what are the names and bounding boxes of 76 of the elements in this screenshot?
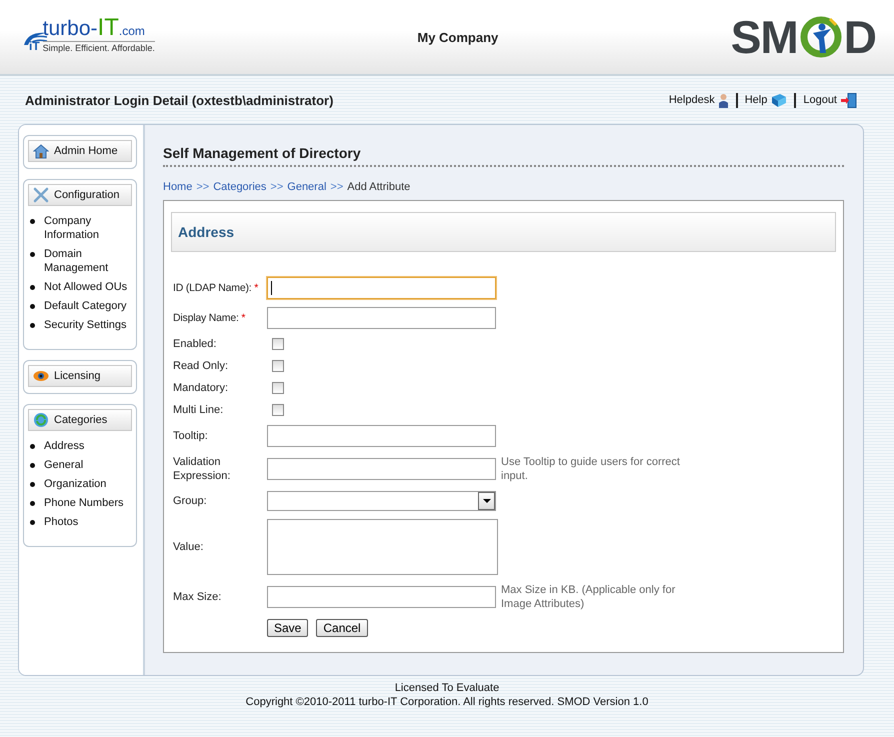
checkbox[interactable] bbox=[272, 382, 284, 394]
sidebar-button[interactable]: Configuration bbox=[28, 184, 132, 206]
sidebar-link[interactable]: Not Allowed OUs bbox=[44, 280, 128, 294]
text-field[interactable] bbox=[267, 425, 496, 447]
door-icon bbox=[840, 92, 857, 108]
turbo-it-logo: iT turbo-IT.com Simple. Efficient. Affordable. bbox=[22, 17, 155, 57]
refresh-icon bbox=[33, 412, 49, 428]
field-label: Validation Expression: bbox=[173, 456, 230, 482]
field-label: Group: bbox=[173, 495, 207, 507]
sidebar-button[interactable]: Admin Home bbox=[28, 140, 132, 162]
required-mark: * bbox=[254, 282, 258, 294]
field-label: Max Size: bbox=[173, 591, 222, 603]
field-label: Mandatory: bbox=[173, 382, 228, 394]
sidebar-link[interactable]: Address bbox=[44, 439, 84, 453]
header-link[interactable]: Logout bbox=[794, 92, 864, 108]
text-field[interactable] bbox=[267, 586, 496, 608]
sidebar-link[interactable]: General bbox=[44, 458, 84, 472]
breadcrumb-link[interactable]: General bbox=[287, 181, 326, 193]
breadcrumb-link[interactable]: Categories bbox=[213, 181, 266, 193]
field-hint: Max Size in KB. (Applicable only for Image Attributes) bbox=[501, 583, 676, 611]
group-dropdown[interactable] bbox=[267, 491, 496, 511]
checkbox[interactable] bbox=[272, 404, 284, 416]
bullet-icon bbox=[30, 520, 35, 525]
bullet-icon bbox=[30, 323, 35, 328]
header-link[interactable]: Help bbox=[736, 92, 794, 108]
bullet-icon bbox=[30, 501, 35, 506]
form-button[interactable]: Save bbox=[267, 619, 308, 637]
field-label: Display Name: bbox=[173, 312, 239, 324]
eye-icon bbox=[33, 370, 49, 382]
bullet-icon bbox=[30, 444, 35, 449]
sidebar-button[interactable]: Licensing bbox=[28, 365, 132, 387]
form-title: Address bbox=[171, 212, 836, 252]
breadcrumb-separator: >> bbox=[196, 181, 210, 193]
sidebar-link[interactable]: Security Settings bbox=[44, 318, 127, 332]
bullet-icon bbox=[30, 304, 35, 309]
required-mark: * bbox=[241, 312, 246, 324]
license-text: Licensed To Evaluate bbox=[394, 681, 500, 695]
bullet-icon bbox=[30, 463, 35, 468]
breadcrumb-separator: >> bbox=[270, 181, 284, 193]
bullet-icon bbox=[30, 219, 35, 224]
smod-logo: SM D bbox=[730, 15, 876, 59]
header-link[interactable]: Helpdesk bbox=[662, 92, 736, 108]
sidebar-link[interactable]: Organization bbox=[44, 477, 106, 491]
page-title: Self Management of Directory bbox=[163, 145, 844, 167]
sidebar-link[interactable]: Default Category bbox=[44, 299, 127, 313]
bullet-icon bbox=[30, 252, 35, 257]
breadcrumb-separator: >> bbox=[330, 181, 344, 193]
sidebar-button[interactable]: Categories bbox=[28, 409, 132, 431]
text-field[interactable] bbox=[267, 458, 496, 480]
bullet-icon bbox=[30, 482, 35, 487]
field-hint: Use Tooltip to guide users for correct input. bbox=[501, 455, 681, 483]
field-label: Multi Line: bbox=[173, 404, 224, 416]
sidebar-link[interactable]: Company Information bbox=[44, 214, 136, 242]
house-icon bbox=[33, 144, 49, 158]
person-icon bbox=[718, 92, 729, 108]
breadcrumb-current: Add Attribute bbox=[347, 181, 410, 193]
breadcrumb-link[interactable]: Home bbox=[163, 181, 192, 193]
sidebar-link[interactable]: Phone Numbers bbox=[44, 496, 124, 510]
text-field[interactable] bbox=[267, 277, 496, 299]
checkbox[interactable] bbox=[272, 338, 284, 350]
field-label: Read Only: bbox=[173, 360, 228, 372]
field-label: Enabled: bbox=[173, 338, 216, 350]
login-detail-title: Administrator Login Detail (oxtestb\administrator) bbox=[25, 92, 334, 108]
bullet-icon bbox=[30, 285, 35, 290]
sidebar-link[interactable]: Photos bbox=[44, 515, 78, 529]
form-button[interactable]: Cancel bbox=[316, 619, 368, 637]
company-name: My Company bbox=[417, 30, 498, 44]
checkbox[interactable] bbox=[272, 360, 284, 372]
field-label: Tooltip: bbox=[173, 430, 208, 442]
value-textarea[interactable] bbox=[267, 519, 498, 575]
copyright-text: Copyright ©2010-2011 turbo-IT Corporation. All rights reserved. SMOD Version 1.0 bbox=[244, 695, 650, 709]
field-label: Value: bbox=[173, 541, 204, 553]
field-label: ID (LDAP Name): bbox=[173, 282, 252, 294]
dropdown-arrow-icon bbox=[482, 499, 490, 503]
text-field[interactable] bbox=[267, 307, 496, 329]
sidebar-link[interactable]: Domain Management bbox=[44, 247, 136, 275]
